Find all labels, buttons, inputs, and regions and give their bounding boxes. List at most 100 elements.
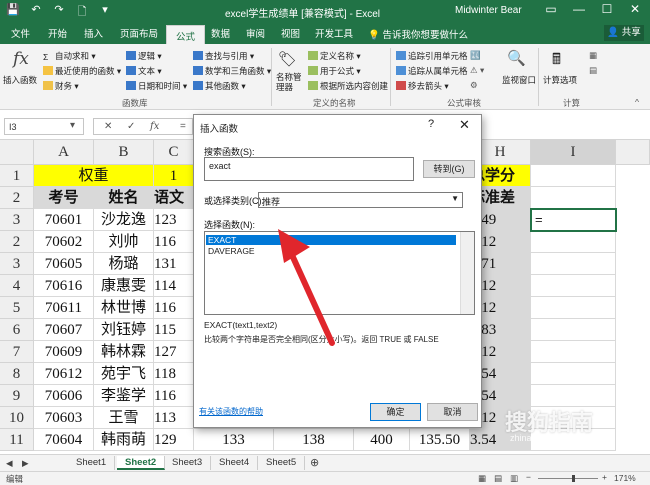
table-cell[interactable] <box>531 187 616 209</box>
chinese-score-cell[interactable]: 129 <box>154 429 194 451</box>
tab-page-layout[interactable]: 页面布局 <box>120 26 158 40</box>
chinese-score-cell[interactable]: 116 <box>154 385 194 407</box>
customize-qat-icon[interactable]: ▾ <box>98 3 112 22</box>
go-button[interactable]: 转到(G) <box>423 160 475 178</box>
tab-insert[interactable]: 插入 <box>84 26 103 40</box>
row-header-2[interactable]: 2 <box>0 187 34 209</box>
student-name-cell[interactable]: 杨璐 <box>94 253 154 275</box>
exam-id-cell[interactable]: 70603 <box>34 407 94 429</box>
table-cell[interactable] <box>531 297 616 319</box>
define-name-button[interactable]: 定义名称 ▾ <box>308 50 361 62</box>
chinese-score-cell[interactable]: 115 <box>154 319 194 341</box>
student-name-cell[interactable]: 刘帅 <box>94 231 154 253</box>
formula-content[interactable]: = <box>180 121 186 132</box>
dialog-close-icon[interactable]: ✕ <box>459 117 470 133</box>
redo-icon[interactable]: ↷ <box>52 3 66 22</box>
row-header[interactable]: 3 <box>0 253 34 275</box>
total-cell[interactable]: 400 <box>354 429 410 451</box>
save-icon[interactable]: 💾 <box>6 3 20 22</box>
exam-id-cell[interactable]: 70609 <box>34 341 94 363</box>
minimize-icon[interactable]: — <box>568 2 590 16</box>
exam-id-cell[interactable]: 70604 <box>34 429 94 451</box>
recent-functions-button[interactable]: 最近使用的函数 ▾ <box>43 65 121 77</box>
logical-button[interactable]: 逻辑 ▾ <box>126 50 162 62</box>
new-file-icon[interactable]: 🗋 <box>75 3 89 22</box>
student-name-cell[interactable]: 韩雨萌 <box>94 429 154 451</box>
tab-developer[interactable]: 开发工具 <box>315 26 353 40</box>
score-cell[interactable]: 133 <box>194 429 274 451</box>
insert-function-icon[interactable]: fx <box>13 49 29 69</box>
name-box-dropdown-icon[interactable]: ▾ <box>70 120 75 131</box>
row-header[interactable]: 2 <box>0 231 34 253</box>
share-button[interactable]: 👤 共享 <box>604 25 644 41</box>
student-name-cell[interactable]: 沙龙逸 <box>94 209 154 231</box>
zoom-in-icon[interactable]: + <box>602 472 607 482</box>
table-cell[interactable] <box>531 253 616 275</box>
chinese-score-cell[interactable]: 113 <box>154 407 194 429</box>
chinese-score-cell[interactable]: 114 <box>154 275 194 297</box>
student-name-cell[interactable]: 苑宇飞 <box>94 363 154 385</box>
trace-dependents-button[interactable]: 追踪从属单元格 <box>396 65 468 77</box>
row-header[interactable]: 4 <box>0 275 34 297</box>
normal-view-icon[interactable]: ▦ <box>478 473 486 484</box>
zoom-out-icon[interactable]: − <box>526 472 531 482</box>
weight-label-cell[interactable]: 权重 <box>34 165 154 187</box>
exam-id-cell[interactable]: 70605 <box>34 253 94 275</box>
prev-sheet-icon[interactable]: ◀ <box>6 458 13 469</box>
row-header[interactable]: 8 <box>0 363 34 385</box>
exam-id-cell[interactable]: 70607 <box>34 319 94 341</box>
student-name-cell[interactable]: 刘钰婷 <box>94 319 154 341</box>
tab-review[interactable]: 审阅 <box>246 26 265 40</box>
create-from-selection-button[interactable]: 根据所选内容创建 <box>308 80 388 92</box>
exam-id-cell[interactable]: 70611 <box>34 297 94 319</box>
chinese-score-cell[interactable]: 127 <box>154 341 194 363</box>
table-cell[interactable] <box>531 275 616 297</box>
average-cell[interactable]: 135.50 <box>410 429 470 451</box>
maximize-icon[interactable]: ☐ <box>596 2 618 16</box>
chinese-score-cell[interactable]: 118 <box>154 363 194 385</box>
tab-data[interactable]: 数据 <box>211 26 230 40</box>
row-header-1[interactable]: 1 <box>0 165 34 187</box>
chinese-score-cell[interactable]: 116 <box>154 231 194 253</box>
header-cell-exam-id[interactable]: 考号 <box>34 187 94 209</box>
row-header[interactable]: 7 <box>0 341 34 363</box>
category-select[interactable]: 推荐 ▼ <box>258 192 463 208</box>
column-header-b[interactable]: B <box>94 140 154 165</box>
sheet-tab-5[interactable]: Sheet5 <box>258 456 306 470</box>
ok-button[interactable]: 确定 <box>370 403 421 421</box>
header-cell-name[interactable]: 姓名 <box>94 187 154 209</box>
show-formulas-icon[interactable]: 🔣 <box>470 50 481 61</box>
column-header-c[interactable]: C <box>154 140 194 165</box>
exam-id-cell[interactable]: 70601 <box>34 209 94 231</box>
user-name[interactable]: Midwinter Bear <box>455 5 522 16</box>
text-button[interactable]: 文本 ▾ <box>126 65 162 77</box>
calculate-now-icon[interactable]: ▦ <box>589 50 597 61</box>
ribbon-display-icon[interactable]: ▭ <box>540 2 562 16</box>
zoom-slider-thumb[interactable] <box>572 475 575 482</box>
column-header-a[interactable]: A <box>34 140 94 165</box>
weight-value-cell[interactable]: 1 <box>154 165 194 187</box>
score-cell[interactable]: 138 <box>274 429 354 451</box>
column-header-i[interactable]: I <box>531 140 616 165</box>
trace-precedents-button[interactable]: 追踪引用单元格 <box>396 50 468 62</box>
remove-arrows-button[interactable]: 移去箭头 ▾ <box>396 80 449 92</box>
student-name-cell[interactable]: 李鉴学 <box>94 385 154 407</box>
table-cell[interactable] <box>531 363 616 385</box>
next-sheet-icon[interactable]: ▶ <box>22 458 29 469</box>
help-icon[interactable]: ? <box>428 118 434 130</box>
chinese-score-cell[interactable]: 116 <box>154 297 194 319</box>
column-header-j[interactable] <box>616 140 650 165</box>
autosum-button[interactable]: Σ 自动求和 ▾ <box>43 50 96 62</box>
cancel-button[interactable]: 取消 <box>427 403 478 421</box>
search-function-input[interactable]: exact <box>204 157 414 181</box>
tab-home[interactable]: 开始 <box>48 26 67 40</box>
exam-id-cell[interactable]: 70602 <box>34 231 94 253</box>
math-button[interactable]: 数学和三角函数 ▾ <box>193 65 271 77</box>
insert-function-button[interactable]: 插入函数 <box>3 74 37 86</box>
select-all-corner[interactable] <box>0 140 34 165</box>
active-cell[interactable]: = <box>530 208 617 232</box>
watch-window-icon[interactable]: 🔍 <box>507 49 526 67</box>
student-name-cell[interactable]: 韩林霖 <box>94 341 154 363</box>
function-help-link[interactable]: 有关该函数的帮助 <box>199 406 263 417</box>
sheet-tab-4[interactable]: Sheet4 <box>211 456 259 470</box>
